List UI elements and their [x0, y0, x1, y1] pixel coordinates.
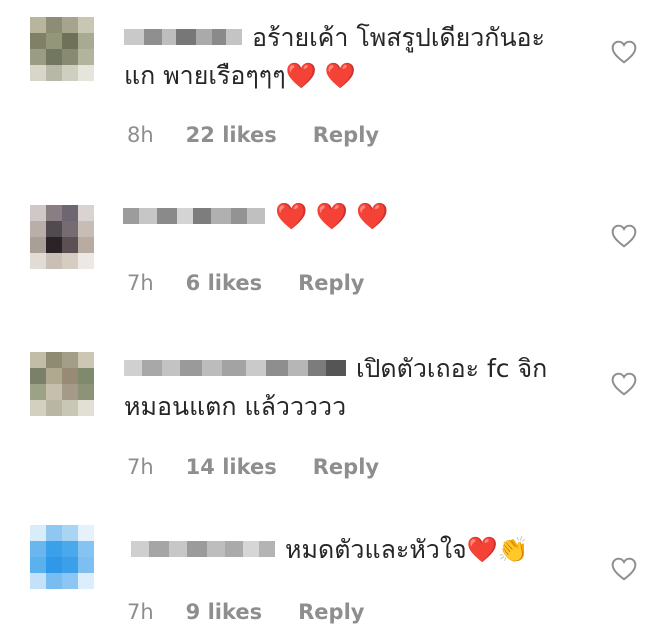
likes-count[interactable]: 9 likes	[186, 600, 262, 624]
heart-outline-icon[interactable]	[611, 372, 637, 396]
comment-text: หมดตัวและหัวใจ❤️👏	[131, 531, 529, 569]
avatar[interactable]	[30, 17, 94, 81]
comment-text-line: เปิดตัวเถอะ fc จิก	[356, 354, 548, 383]
avatar[interactable]	[30, 525, 94, 589]
comment-meta: 7h 6 likes Reply	[127, 271, 364, 295]
reply-button[interactable]: Reply	[298, 600, 364, 624]
avatar[interactable]	[30, 352, 94, 416]
comment-time[interactable]: 7h	[127, 455, 154, 479]
comment-text-line: หมดตัวและหัวใจ❤️👏	[285, 535, 529, 564]
reply-button[interactable]: Reply	[313, 455, 379, 479]
comment-text-line: ❤️ ❤️ ❤️	[275, 202, 389, 232]
comment-text-line: อร้ายเค้า โพสรูปเดียวกันอะ	[252, 23, 545, 52]
comment-meta: 7h 14 likes Reply	[127, 455, 379, 479]
heart-outline-icon[interactable]	[611, 557, 637, 581]
comment-text-line: หมอนแตก แล้ววววว	[124, 392, 347, 421]
comment-meta: 8h 22 likes Reply	[127, 123, 379, 147]
comment-time[interactable]: 7h	[127, 271, 154, 295]
comment-time[interactable]: 8h	[127, 123, 154, 147]
avatar[interactable]	[30, 205, 94, 269]
comment-time[interactable]: 7h	[127, 600, 154, 624]
comment-meta: 7h 9 likes Reply	[127, 600, 364, 624]
username[interactable]	[124, 360, 346, 376]
likes-count[interactable]: 14 likes	[186, 455, 277, 479]
likes-count[interactable]: 6 likes	[186, 271, 262, 295]
comment-text: อร้ายเค้า โพสรูปเดียวกันอะ แก พายเรือๆๆๆ…	[124, 19, 545, 95]
username[interactable]	[124, 29, 242, 45]
comment-text-line: แก พายเรือๆๆๆ❤️ ❤️	[124, 61, 356, 90]
reply-button[interactable]: Reply	[313, 123, 379, 147]
comment-text: เปิดตัวเถอะ fc จิก หมอนแตก แล้ววววว	[124, 350, 547, 426]
comment-text: ❤️ ❤️ ❤️	[123, 198, 389, 236]
username[interactable]	[123, 208, 265, 224]
heart-outline-icon[interactable]	[611, 40, 637, 64]
heart-outline-icon[interactable]	[611, 224, 637, 248]
likes-count[interactable]: 22 likes	[186, 123, 277, 147]
username[interactable]	[131, 541, 275, 557]
reply-button[interactable]: Reply	[298, 271, 364, 295]
